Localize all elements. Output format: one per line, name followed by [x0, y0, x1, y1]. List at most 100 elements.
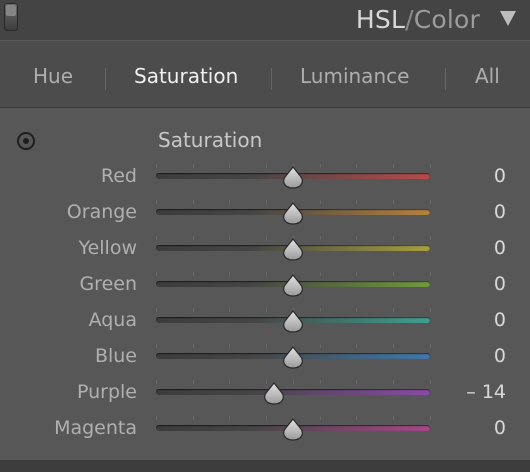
- slider-tick: [430, 272, 431, 276]
- panel-toggle-icon[interactable]: [4, 3, 18, 31]
- slider-tick: [320, 416, 321, 420]
- panel-title[interactable]: HSL/Color: [356, 4, 480, 36]
- slider-value[interactable]: 0: [494, 272, 506, 296]
- slider-tick: [356, 344, 357, 348]
- slider-tick: [193, 380, 194, 384]
- slider-tick: [229, 380, 230, 384]
- slider-tick: [356, 164, 357, 168]
- slider-tick: [430, 308, 431, 312]
- slider-tick: [193, 308, 194, 312]
- slider-thumb-icon[interactable]: [282, 310, 304, 334]
- slider-tick: [320, 200, 321, 204]
- slider-tick: [156, 308, 157, 312]
- tab-all[interactable]: All: [475, 63, 500, 89]
- slider-tick: [356, 416, 357, 420]
- slider-value[interactable]: – 14: [466, 380, 506, 404]
- slider-tick: [393, 164, 394, 168]
- slider-tick: [156, 236, 157, 240]
- title-separator: /: [405, 5, 414, 34]
- slider-tick: [156, 200, 157, 204]
- slider-tick: [320, 164, 321, 168]
- slider-row-orange: Orange 0: [0, 200, 530, 236]
- slider-tick: [156, 380, 157, 384]
- slider-tick: [356, 308, 357, 312]
- slider-thumb-icon[interactable]: [282, 202, 304, 226]
- slider-label: Yellow: [78, 237, 138, 259]
- slider-tick: [266, 164, 267, 168]
- slider-tick: [320, 236, 321, 240]
- slider-tick: [193, 272, 194, 276]
- section-title: Saturation: [158, 128, 263, 152]
- slider-tick: [156, 272, 157, 276]
- title-color[interactable]: Color: [414, 5, 480, 34]
- slider-label: Blue: [94, 345, 137, 367]
- slider-tick: [229, 236, 230, 240]
- slider-tick: [266, 416, 267, 420]
- slider-row-green: Green 0: [0, 272, 530, 308]
- slider-tick: [229, 416, 230, 420]
- slider-tick: [393, 344, 394, 348]
- slider-label: Red: [100, 165, 137, 187]
- slider-tick: [320, 308, 321, 312]
- slider-tick: [356, 380, 357, 384]
- tab-saturation[interactable]: Saturation: [134, 63, 238, 89]
- tab-divider: [105, 68, 106, 90]
- slider-tick: [320, 380, 321, 384]
- slider-tick: [193, 416, 194, 420]
- slider-row-magenta: Magenta 0: [0, 416, 530, 452]
- slider-tick: [430, 200, 431, 204]
- slider-tick: [430, 236, 431, 240]
- slider-row-aqua: Aqua 0: [0, 308, 530, 344]
- slider-value[interactable]: 0: [494, 308, 506, 332]
- slider-tick: [430, 416, 431, 420]
- slider-row-purple: Purple – 14: [0, 380, 530, 416]
- collapse-triangle-icon[interactable]: [500, 11, 516, 26]
- slider-tick: [266, 236, 267, 240]
- slider-ticks: [156, 380, 431, 386]
- slider-tick: [356, 236, 357, 240]
- panel-bottom-edge: [0, 460, 530, 472]
- slider-value[interactable]: 0: [494, 416, 506, 440]
- slider-tick: [320, 272, 321, 276]
- slider-thumb-icon[interactable]: [282, 418, 304, 442]
- slider-tick: [229, 200, 230, 204]
- slider-tick: [266, 308, 267, 312]
- slider-tick: [430, 380, 431, 384]
- slider-value[interactable]: 0: [494, 164, 506, 188]
- slider-tick: [193, 344, 194, 348]
- tab-luminance[interactable]: Luminance: [300, 63, 409, 89]
- slider-thumb-icon[interactable]: [282, 166, 304, 190]
- slider-label: Purple: [76, 381, 137, 403]
- slider-tick: [393, 308, 394, 312]
- slider-label: Aqua: [88, 309, 137, 331]
- slider-tick: [393, 272, 394, 276]
- slider-value[interactable]: 0: [494, 200, 506, 224]
- slider-tick: [193, 200, 194, 204]
- slider-tick: [266, 344, 267, 348]
- slider-tick: [293, 380, 294, 384]
- tab-divider: [445, 68, 446, 90]
- slider-thumb-icon[interactable]: [282, 238, 304, 262]
- panel-header[interactable]: HSL/Color: [0, 0, 530, 41]
- slider-tick: [393, 200, 394, 204]
- slider-tick: [393, 236, 394, 240]
- slider-thumb-icon[interactable]: [282, 346, 304, 370]
- target-adjustment-icon[interactable]: [17, 132, 35, 150]
- tab-divider: [271, 68, 272, 90]
- slider-tick: [156, 344, 157, 348]
- slider-thumb-icon[interactable]: [282, 274, 304, 298]
- tab-hue[interactable]: Hue: [33, 63, 73, 89]
- slider-value[interactable]: 0: [494, 344, 506, 368]
- slider-tick: [229, 164, 230, 168]
- slider-tick: [266, 200, 267, 204]
- slider-value[interactable]: 0: [494, 236, 506, 260]
- slider-thumb-icon[interactable]: [263, 382, 285, 406]
- slider-tick: [393, 380, 394, 384]
- hsl-color-panel: HSL/Color Hue Saturation Luminance All S…: [0, 0, 530, 472]
- slider-tick: [156, 164, 157, 168]
- tab-bar: Hue Saturation Luminance All: [0, 40, 530, 109]
- slider-tick: [430, 344, 431, 348]
- slider-track[interactable]: [156, 389, 430, 395]
- slider-label: Magenta: [54, 417, 137, 439]
- title-hsl[interactable]: HSL: [356, 5, 405, 34]
